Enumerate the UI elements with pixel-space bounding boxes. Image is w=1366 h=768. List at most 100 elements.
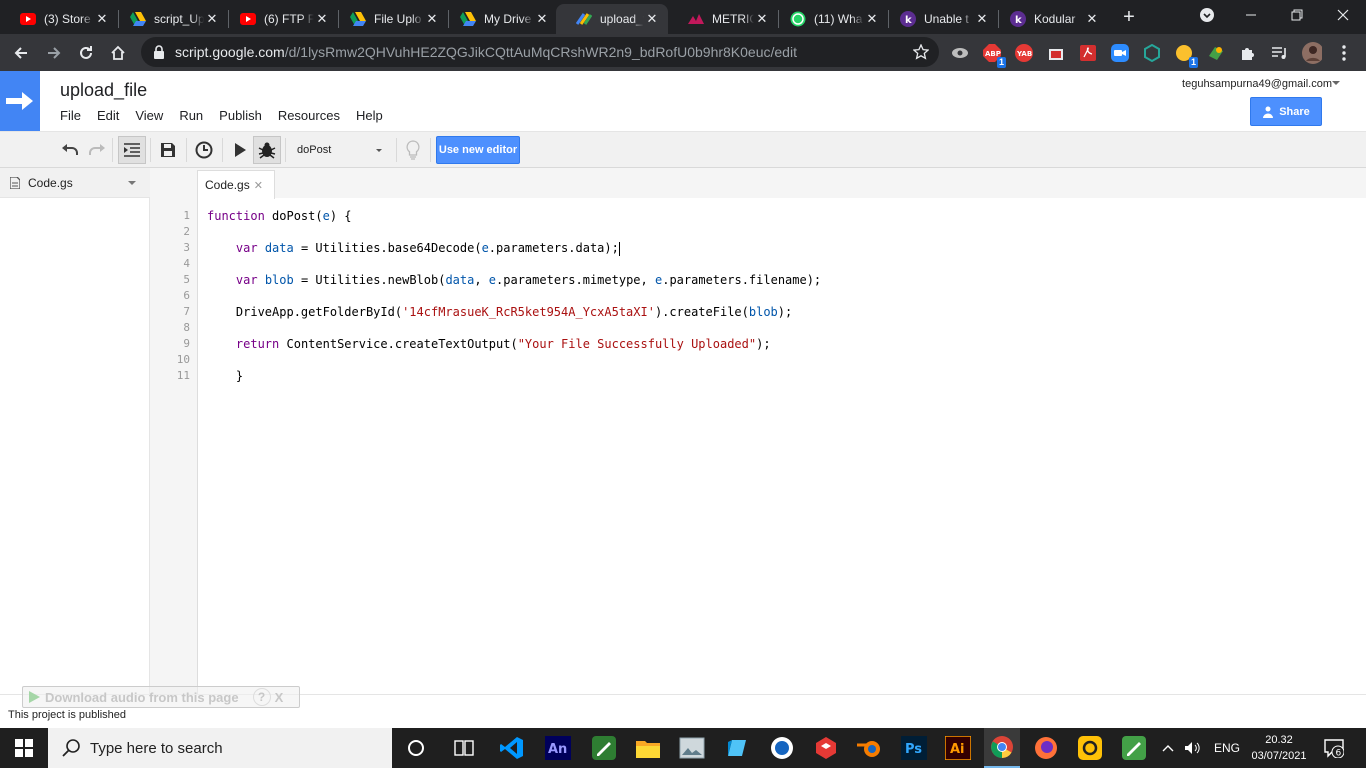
blender-icon[interactable] bbox=[856, 734, 884, 762]
puzzle-extensions-icon[interactable] bbox=[1238, 43, 1258, 63]
language-indicator[interactable]: ENG bbox=[1214, 741, 1240, 755]
tab-search-button[interactable] bbox=[1184, 0, 1230, 30]
apps-script-logo[interactable] bbox=[0, 71, 40, 131]
gift-extension-icon[interactable] bbox=[1046, 43, 1066, 63]
plex-app-icon[interactable] bbox=[1076, 734, 1104, 762]
pdf-extension-icon[interactable] bbox=[1078, 43, 1098, 63]
profile-avatar[interactable] bbox=[1302, 42, 1322, 64]
menu-file[interactable]: File bbox=[52, 107, 89, 124]
new-tab-button[interactable]: + bbox=[1118, 6, 1140, 28]
browser-tab-active[interactable]: upload_f ✕ bbox=[556, 4, 668, 34]
function-select[interactable]: doPost bbox=[290, 137, 390, 163]
close-icon[interactable]: X bbox=[275, 690, 284, 705]
project-title[interactable]: upload_file bbox=[60, 80, 147, 101]
close-tab-icon[interactable]: ✕ bbox=[1084, 11, 1100, 27]
close-tab-icon[interactable]: ✕ bbox=[974, 11, 990, 27]
close-tab-icon[interactable]: ✕ bbox=[644, 11, 660, 27]
redo-button[interactable] bbox=[83, 136, 111, 164]
chrome-taskbar-icon[interactable] bbox=[984, 728, 1020, 768]
file-item-code-gs[interactable]: Code.gs bbox=[0, 168, 150, 198]
kebab-menu-icon[interactable] bbox=[1334, 43, 1354, 63]
eye-extension-icon[interactable] bbox=[950, 43, 970, 63]
close-tab-icon[interactable]: ✕ bbox=[424, 11, 440, 27]
download-audio-bar[interactable]: Download audio from this page ? X bbox=[22, 686, 300, 708]
close-tab-icon[interactable]: ✕ bbox=[204, 11, 220, 27]
menu-run[interactable]: Run bbox=[171, 107, 211, 124]
reload-button[interactable] bbox=[73, 40, 99, 66]
action-center-icon[interactable]: 6 bbox=[1324, 738, 1344, 758]
browser-tab[interactable]: (11) Wha ✕ bbox=[770, 4, 888, 34]
chevron-up-icon[interactable] bbox=[1162, 743, 1174, 753]
forward-button[interactable] bbox=[41, 40, 67, 66]
vscode-icon[interactable] bbox=[498, 734, 526, 762]
media-queue-icon[interactable] bbox=[1270, 43, 1290, 63]
notes-extension-icon[interactable]: 1 bbox=[1174, 43, 1198, 68]
menu-help[interactable]: Help bbox=[348, 107, 391, 124]
sketchup-icon[interactable] bbox=[812, 734, 840, 762]
browser-tab[interactable]: METRIC ✕ bbox=[668, 4, 778, 34]
save-button[interactable] bbox=[154, 136, 182, 164]
start-button[interactable] bbox=[0, 728, 48, 768]
browser-tab[interactable]: k Unable t ✕ bbox=[880, 4, 998, 34]
zoom-extension-icon[interactable] bbox=[1110, 43, 1130, 63]
media-app-icon[interactable] bbox=[768, 734, 796, 762]
debug-button[interactable] bbox=[253, 136, 281, 164]
back-button[interactable] bbox=[8, 40, 34, 66]
colorful-extension-icon[interactable] bbox=[1206, 43, 1226, 63]
yab-extension-icon[interactable]: YAB bbox=[1014, 43, 1034, 63]
run-button[interactable] bbox=[226, 136, 254, 164]
cube-app-icon[interactable] bbox=[722, 734, 750, 762]
use-new-editor-button[interactable]: Use new editor bbox=[436, 136, 520, 164]
home-button[interactable] bbox=[105, 40, 131, 66]
file-menu-caret-icon[interactable] bbox=[128, 181, 136, 185]
execution-hints-button[interactable] bbox=[399, 136, 427, 164]
account-email[interactable]: teguhsampurna49@gmail.com bbox=[1182, 78, 1332, 90]
close-tab-icon[interactable]: ✕ bbox=[864, 11, 880, 27]
reload-icon bbox=[80, 46, 92, 59]
bookmark-star-icon[interactable] bbox=[913, 44, 929, 60]
animate-icon[interactable]: An bbox=[544, 734, 572, 762]
photoshop-icon[interactable]: Ps bbox=[900, 734, 928, 762]
browser-tab[interactable]: File Uplo ✕ bbox=[330, 4, 448, 34]
close-tab-icon[interactable]: ✕ bbox=[94, 11, 110, 27]
adblock-icon[interactable]: ABP 1 bbox=[982, 43, 1006, 68]
taskbar-clock[interactable]: 20.32 03/07/2021 bbox=[1244, 732, 1314, 764]
svg-text:k: k bbox=[1015, 15, 1022, 26]
taskbar-search-box[interactable]: Type here to search bbox=[48, 728, 392, 768]
account-caret-icon[interactable] bbox=[1332, 81, 1340, 85]
menu-edit[interactable]: Edit bbox=[89, 107, 127, 124]
triggers-button[interactable] bbox=[190, 136, 218, 164]
undo-button[interactable] bbox=[56, 136, 84, 164]
menu-resources[interactable]: Resources bbox=[270, 107, 348, 124]
task-view-icon[interactable] bbox=[450, 734, 478, 762]
editor-tab-code-gs[interactable]: Code.gs ✕ bbox=[197, 170, 275, 199]
browser-tab[interactable]: script_Up ✕ bbox=[110, 4, 228, 34]
browser-tab[interactable]: k Kodular ✕ bbox=[990, 4, 1108, 34]
close-file-tab-icon[interactable]: ✕ bbox=[254, 179, 263, 192]
illustrator-icon[interactable]: Ai bbox=[944, 734, 972, 762]
cortana-icon[interactable] bbox=[402, 734, 430, 762]
file-explorer-icon[interactable] bbox=[634, 734, 662, 762]
address-bar[interactable]: script.google.com/d/1lysRmw2QHVuhHE2ZQGJ… bbox=[141, 37, 939, 67]
volume-icon[interactable] bbox=[1184, 741, 1202, 755]
browser-tab[interactable]: (3) Store ✕ bbox=[0, 4, 118, 34]
photo-editor-icon[interactable] bbox=[678, 734, 706, 762]
share-button[interactable]: Share bbox=[1250, 97, 1322, 126]
browser-tab[interactable]: My Drive ✕ bbox=[440, 4, 558, 34]
hexagon-extension-icon[interactable] bbox=[1142, 43, 1162, 63]
firefox-icon[interactable] bbox=[1032, 734, 1060, 762]
browser-tab[interactable]: (6) FTP F ✕ bbox=[220, 4, 338, 34]
menu-publish[interactable]: Publish bbox=[211, 107, 270, 124]
pen-app-icon[interactable] bbox=[1120, 734, 1148, 762]
close-window-button[interactable] bbox=[1320, 0, 1366, 30]
close-tab-icon[interactable]: ✕ bbox=[534, 11, 550, 27]
close-tab-icon[interactable]: ✕ bbox=[314, 11, 330, 27]
pen-tool-app-icon[interactable] bbox=[590, 734, 618, 762]
restore-button[interactable] bbox=[1274, 0, 1320, 30]
minimize-button[interactable] bbox=[1228, 0, 1274, 30]
code-content[interactable]: function doPost(e) { var data = Utilitie… bbox=[207, 208, 821, 384]
indent-button[interactable] bbox=[118, 136, 146, 164]
menu-view[interactable]: View bbox=[127, 107, 171, 124]
help-icon[interactable]: ? bbox=[252, 688, 271, 706]
close-tab-icon[interactable]: ✕ bbox=[754, 11, 770, 27]
